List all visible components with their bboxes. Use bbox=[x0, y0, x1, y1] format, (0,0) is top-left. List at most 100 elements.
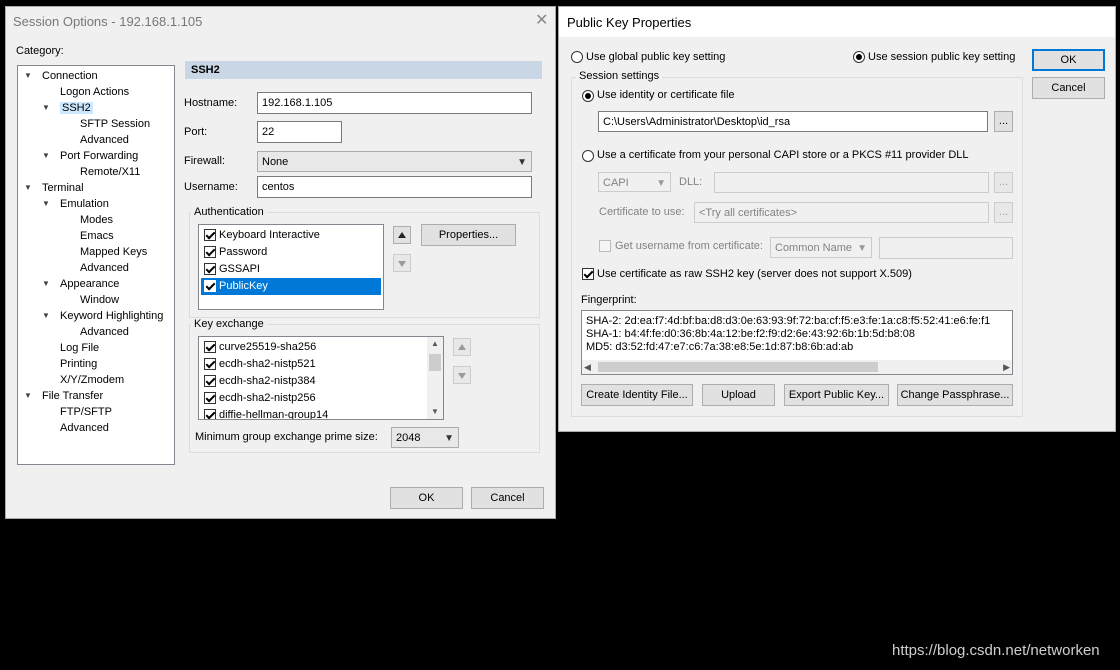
tree-item[interactable]: Emacs bbox=[80, 229, 114, 243]
min-group-select[interactable]: 2048 ▼ bbox=[391, 427, 459, 448]
tree-item[interactable]: Advanced bbox=[80, 325, 129, 339]
tree-item[interactable]: SFTP Session bbox=[80, 117, 150, 131]
list-item-checkbox[interactable] bbox=[204, 229, 216, 241]
kex-move-up-button[interactable] bbox=[453, 338, 471, 356]
list-item[interactable]: curve25519-sha256 bbox=[201, 339, 425, 356]
change-passphrase-button[interactable]: Change Passphrase... bbox=[897, 384, 1013, 406]
identity-browse-button[interactable]: ... bbox=[994, 111, 1013, 132]
tree-item[interactable]: Log File bbox=[60, 341, 99, 355]
tree-item-label: FTP/SFTP bbox=[60, 406, 112, 418]
tree-item[interactable]: Modes bbox=[80, 213, 113, 227]
tree-item[interactable]: Remote/X11 bbox=[80, 165, 140, 179]
ok-button[interactable]: OK bbox=[390, 487, 463, 509]
fingerprint-hscrollbar[interactable]: ◀ ▶ bbox=[582, 360, 1012, 374]
tree-item[interactable]: Mapped Keys bbox=[80, 245, 147, 259]
get-username-checkbox[interactable] bbox=[599, 240, 611, 252]
tree-item[interactable]: Terminal bbox=[42, 181, 84, 195]
list-item-checkbox[interactable] bbox=[204, 341, 216, 353]
list-item[interactable]: ecdh-sha2-nistp256 bbox=[201, 390, 425, 407]
raw-ssh2-checkbox[interactable] bbox=[582, 268, 594, 280]
scroll-up-icon[interactable]: ▲ bbox=[427, 337, 443, 351]
list-item[interactable]: GSSAPI bbox=[201, 261, 381, 278]
list-item-checkbox[interactable] bbox=[204, 246, 216, 258]
firewall-select[interactable]: None ▼ bbox=[257, 151, 532, 172]
list-item-checkbox[interactable] bbox=[204, 280, 216, 292]
tree-item[interactable]: Keyword Highlighting bbox=[60, 309, 163, 323]
kex-scrollbar[interactable]: ▲ ▼ bbox=[427, 337, 443, 419]
tree-expand-icon[interactable]: ▼ bbox=[24, 69, 32, 83]
tree-item[interactable]: Window bbox=[80, 293, 119, 307]
tree-item[interactable]: Logon Actions bbox=[60, 85, 129, 99]
list-item[interactable]: Keyboard Interactive bbox=[201, 227, 381, 244]
move-up-button[interactable] bbox=[393, 226, 411, 244]
cert-to-use-input[interactable]: <Try all certificates> bbox=[694, 202, 989, 223]
capi-radio[interactable] bbox=[582, 150, 594, 162]
tree-expand-icon[interactable]: ▼ bbox=[42, 309, 50, 323]
tree-expand-icon[interactable]: ▼ bbox=[42, 149, 50, 163]
capi-select[interactable]: CAPI ▼ bbox=[598, 172, 671, 192]
tree-item[interactable]: Advanced bbox=[80, 261, 129, 275]
identity-file-radio[interactable] bbox=[582, 90, 594, 102]
create-identity-button[interactable]: Create Identity File... bbox=[581, 384, 693, 406]
close-icon[interactable]: ✕ bbox=[535, 13, 548, 29]
export-public-key-button[interactable]: Export Public Key... bbox=[784, 384, 889, 406]
tree-expand-icon[interactable]: ▼ bbox=[24, 389, 32, 403]
scroll-thumb[interactable] bbox=[598, 362, 878, 372]
dll-input[interactable] bbox=[714, 172, 989, 193]
tree-item[interactable]: Port Forwarding bbox=[60, 149, 138, 163]
properties-button[interactable]: Properties... bbox=[421, 224, 516, 246]
list-item[interactable]: diffie-hellman-group14 bbox=[201, 407, 425, 419]
list-item[interactable]: PublicKey bbox=[201, 278, 381, 295]
hostname-label: Hostname: bbox=[184, 97, 238, 109]
list-item-checkbox[interactable] bbox=[204, 409, 216, 419]
tree-expand-icon[interactable]: ▼ bbox=[42, 277, 50, 291]
tree-expand-icon[interactable]: ▼ bbox=[24, 181, 32, 195]
list-item[interactable]: Password bbox=[201, 244, 381, 261]
global-key-radio[interactable] bbox=[571, 51, 583, 63]
username-input[interactable]: centos bbox=[257, 176, 532, 198]
tree-item-label: Terminal bbox=[42, 182, 84, 194]
scroll-left-icon[interactable]: ◀ bbox=[584, 360, 591, 374]
list-item-checkbox[interactable] bbox=[204, 263, 216, 275]
common-name-input[interactable] bbox=[879, 237, 1013, 259]
tree-item[interactable]: Emulation bbox=[60, 197, 109, 211]
identity-path-input[interactable]: C:\Users\Administrator\Desktop\id_rsa bbox=[598, 111, 988, 132]
list-item-checkbox[interactable] bbox=[204, 392, 216, 404]
tree-item[interactable]: Advanced bbox=[60, 421, 109, 435]
tree-expand-icon[interactable]: ▼ bbox=[42, 101, 50, 115]
scroll-thumb[interactable] bbox=[429, 354, 441, 371]
tree-item[interactable]: X/Y/Zmodem bbox=[60, 373, 124, 387]
category-tree[interactable]: ▼ Connection Logon Actions ▼ SSH2 SFTP Sessio… bbox=[17, 65, 175, 465]
kex-move-down-button[interactable] bbox=[453, 366, 471, 384]
hostname-input[interactable]: 192.168.1.105 bbox=[257, 92, 532, 114]
move-down-button[interactable] bbox=[393, 254, 411, 272]
arrow-up-icon bbox=[458, 344, 466, 350]
list-item-checkbox[interactable] bbox=[204, 375, 216, 387]
kex-methods-list[interactable]: ▲ ▼ curve25519-sha256 ecdh-sha2-nistp521 e… bbox=[198, 336, 444, 420]
tree-item[interactable]: Printing bbox=[60, 357, 97, 371]
cancel-button[interactable]: Cancel bbox=[471, 487, 544, 509]
session-key-radio[interactable] bbox=[853, 51, 865, 63]
scroll-down-icon[interactable]: ▼ bbox=[427, 405, 443, 419]
pubkey-cancel-button[interactable]: Cancel bbox=[1032, 77, 1105, 99]
tree-item[interactable]: Appearance bbox=[60, 277, 119, 291]
tree-item[interactable]: Connection bbox=[42, 69, 98, 83]
tree-item-label: Appearance bbox=[60, 278, 120, 290]
list-item[interactable]: ecdh-sha2-nistp521 bbox=[201, 356, 425, 373]
tree-item[interactable]: FTP/SFTP bbox=[60, 405, 112, 419]
fingerprint-box[interactable]: SHA-2: 2d:ea:f7:4d:bf:ba:d8:d3:0e:63:93:… bbox=[581, 310, 1013, 375]
list-item-checkbox[interactable] bbox=[204, 358, 216, 370]
dll-browse-button[interactable]: ... bbox=[994, 172, 1013, 193]
list-item[interactable]: ecdh-sha2-nistp384 bbox=[201, 373, 425, 390]
tree-expand-icon[interactable]: ▼ bbox=[42, 197, 50, 211]
cert-browse-button[interactable]: ... bbox=[994, 202, 1013, 223]
tree-item[interactable]: Advanced bbox=[80, 133, 129, 147]
pubkey-ok-button[interactable]: OK bbox=[1032, 49, 1105, 71]
upload-button[interactable]: Upload bbox=[702, 384, 775, 406]
port-input[interactable]: 22 bbox=[257, 121, 342, 143]
tree-item[interactable]: SSH2 bbox=[60, 101, 93, 115]
tree-item[interactable]: File Transfer bbox=[42, 389, 103, 403]
auth-methods-list[interactable]: Keyboard Interactive Password GSSAPI Public… bbox=[198, 224, 384, 310]
common-name-select[interactable]: Common Name ▼ bbox=[770, 237, 872, 258]
scroll-right-icon[interactable]: ▶ bbox=[1003, 360, 1010, 374]
